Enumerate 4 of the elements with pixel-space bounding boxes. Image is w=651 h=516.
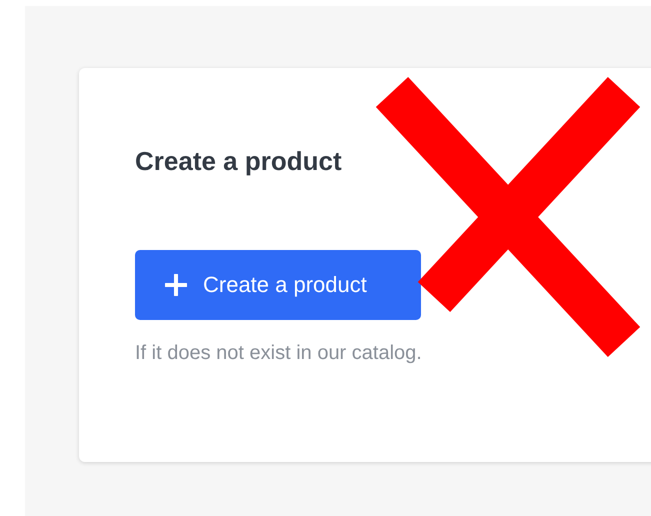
plus-icon [165, 274, 187, 296]
card-title: Create a product [135, 146, 342, 176]
create-product-button[interactable]: Create a product [135, 250, 421, 320]
hint-text: If it does not exist in our catalog. [135, 342, 422, 365]
